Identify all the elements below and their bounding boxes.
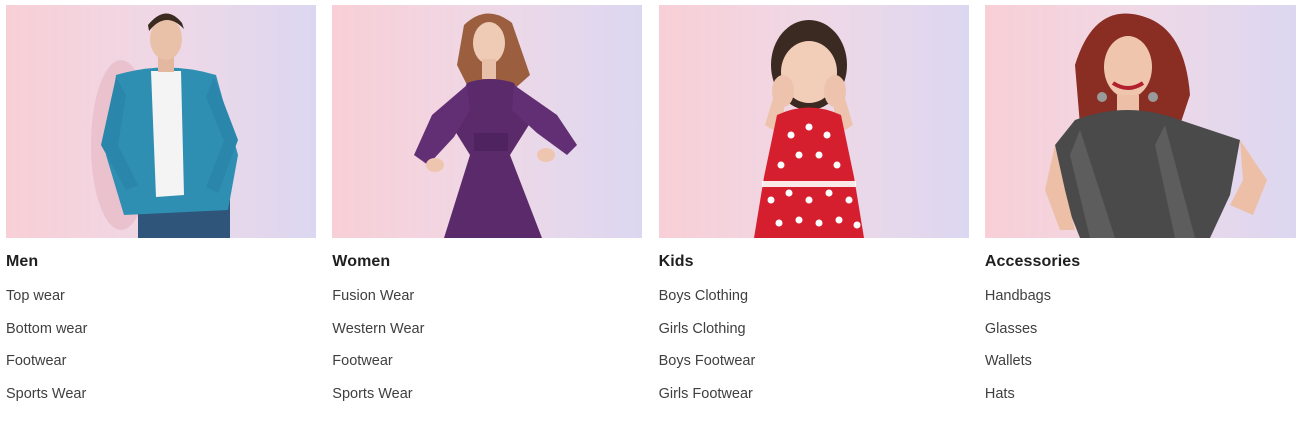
link-women-sports-wear[interactable]: Sports Wear: [332, 385, 642, 418]
category-card-kids: Kids Boys Clothing Girls Clothing Boys F…: [658, 5, 969, 433]
accessories-model-illustration: [1044, 13, 1267, 238]
link-kids-boys-footwear[interactable]: Boys Footwear: [659, 352, 969, 385]
category-grid: Men Top wear Bottom wear Footwear Sports…: [6, 5, 1296, 407]
category-links-men: Top wear Bottom wear Footwear Sports Wea…: [6, 287, 316, 417]
category-card-men: Men Top wear Bottom wear Footwear Sports…: [6, 5, 316, 433]
women-model-illustration: [414, 13, 578, 238]
category-title-women[interactable]: Women: [332, 253, 642, 273]
category-card-women: Women Fusion Wear Western Wear Footwear …: [332, 5, 643, 433]
category-title-accessories[interactable]: Accessories: [985, 253, 1296, 273]
category-image-kids[interactable]: [658, 5, 969, 238]
men-model-illustration: [91, 13, 238, 238]
category-image-men[interactable]: [6, 5, 316, 238]
link-kids-girls-clothing[interactable]: Girls Clothing: [659, 320, 969, 353]
link-accessories-glasses[interactable]: Glasses: [985, 320, 1296, 353]
category-links-kids: Boys Clothing Girls Clothing Boys Footwe…: [659, 287, 969, 417]
link-accessories-handbags[interactable]: Handbags: [985, 287, 1296, 320]
category-card-accessories: Accessories Handbags Glasses Wallets Hat…: [984, 5, 1296, 433]
category-links-women: Fusion Wear Western Wear Footwear Sports…: [332, 287, 642, 417]
category-title-men[interactable]: Men: [6, 253, 316, 273]
kids-model-illustration: [753, 20, 864, 238]
category-links-accessories: Handbags Glasses Wallets Hats: [985, 287, 1296, 417]
link-women-western-wear[interactable]: Western Wear: [332, 320, 642, 353]
link-kids-girls-footwear[interactable]: Girls Footwear: [659, 385, 969, 418]
link-men-top-wear[interactable]: Top wear: [6, 287, 316, 320]
category-image-women[interactable]: [332, 5, 643, 238]
link-men-footwear[interactable]: Footwear: [6, 352, 316, 385]
link-accessories-wallets[interactable]: Wallets: [985, 352, 1296, 385]
link-women-fusion-wear[interactable]: Fusion Wear: [332, 287, 642, 320]
link-women-footwear[interactable]: Footwear: [332, 352, 642, 385]
link-kids-boys-clothing[interactable]: Boys Clothing: [659, 287, 969, 320]
category-title-kids[interactable]: Kids: [659, 253, 969, 273]
link-men-bottom-wear[interactable]: Bottom wear: [6, 320, 316, 353]
category-image-accessories[interactable]: [984, 5, 1296, 238]
link-men-sports-wear[interactable]: Sports Wear: [6, 385, 316, 418]
link-accessories-hats[interactable]: Hats: [985, 385, 1296, 418]
